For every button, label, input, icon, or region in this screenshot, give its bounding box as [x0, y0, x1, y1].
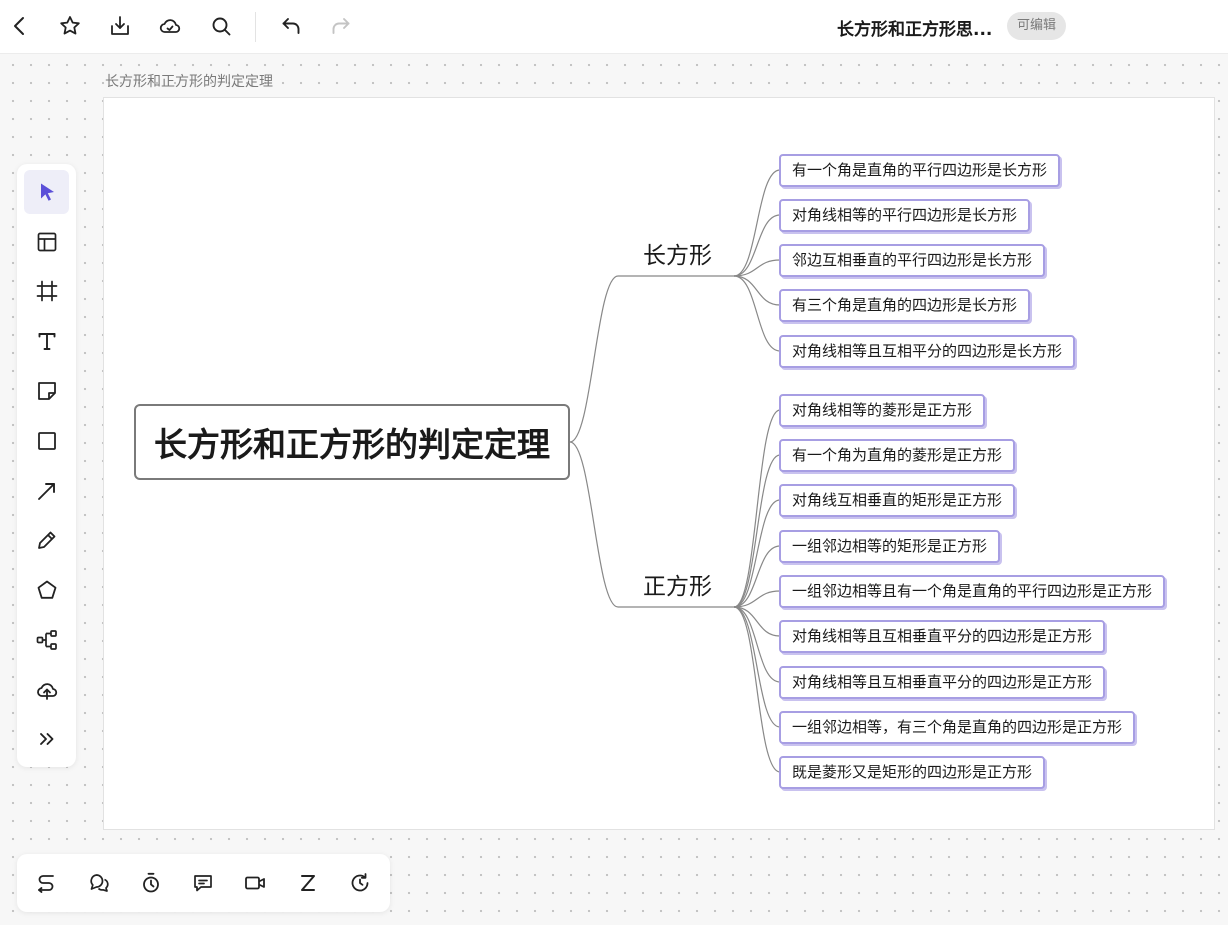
mindmap-root-node[interactable]: 长方形和正方形的判定定理	[134, 404, 570, 480]
leaf-node[interactable]: 有三个角是直角的四边形是长方形	[779, 289, 1031, 322]
double-chevron-right-icon	[39, 733, 53, 745]
more-tools-button[interactable]	[24, 717, 69, 761]
z-letter-icon	[301, 875, 315, 891]
edit-permission-badge[interactable]: 可编辑	[1007, 12, 1067, 40]
pentagon-icon	[37, 580, 56, 599]
leaf-node[interactable]: 对角线相等且互相垂直平分的四边形是正方形	[779, 666, 1106, 699]
branch-square[interactable]: 正方形	[643, 567, 712, 601]
sticky-note-icon	[37, 382, 56, 400]
leaf-node[interactable]: 对角线相等的菱形是正方形	[779, 394, 986, 427]
undo-button[interactable]	[274, 9, 308, 43]
chat-bubbles-icon	[90, 874, 109, 892]
connector-tool-button[interactable]	[24, 469, 69, 513]
history-icon	[351, 873, 369, 892]
top-bar: 长方形和正方形思... 可编辑	[0, 0, 1228, 54]
polygon-tool-button[interactable]	[24, 568, 69, 612]
document-title[interactable]: 长方形和正方形思...	[837, 15, 1001, 39]
branch-rectangle[interactable]: 长方形	[643, 236, 712, 270]
select-tool-button[interactable]	[24, 170, 69, 214]
frame-title[interactable]: 长方形和正方形的判定定理	[105, 71, 273, 91]
leaf-node[interactable]: 既是菱形又是矩形的四边形是正方形	[779, 756, 1046, 789]
comment-tool-button[interactable]	[181, 861, 225, 905]
mind-map-tool-button[interactable]	[24, 618, 69, 662]
search-button[interactable]	[204, 9, 238, 43]
shape-tool-button[interactable]	[24, 419, 69, 463]
redo-icon	[332, 18, 350, 34]
star-icon	[60, 16, 80, 35]
favorite-button[interactable]	[53, 9, 87, 43]
leaf-node[interactable]: 一组邻边相等且有一个角是直角的平行四边形是正方形	[779, 575, 1166, 608]
template-tool-button[interactable]	[24, 220, 69, 264]
square-icon	[37, 432, 56, 450]
bottom-toolbar	[17, 854, 390, 912]
timer-icon	[143, 872, 159, 893]
video-tool-button[interactable]	[233, 861, 277, 905]
leaf-node[interactable]: 对角线相等的平行四边形是长方形	[779, 199, 1031, 232]
video-camera-icon	[245, 876, 265, 890]
sticky-note-tool-button[interactable]	[24, 369, 69, 413]
cloud-sync-button[interactable]	[153, 9, 187, 43]
download-button[interactable]	[103, 9, 137, 43]
search-icon	[212, 17, 231, 36]
redo-button[interactable]	[324, 9, 358, 43]
cloud-icon	[159, 19, 181, 33]
comment-icon	[194, 875, 212, 892]
undo-icon	[282, 18, 300, 34]
text-tool-button[interactable]	[24, 319, 69, 363]
leaf-node[interactable]: 一组邻边相等的矩形是正方形	[779, 530, 1001, 563]
upload-tool-button[interactable]	[24, 668, 69, 712]
leaf-node[interactable]: 对角线相等且互相平分的四边形是长方形	[779, 335, 1076, 368]
leaf-node[interactable]: 有一个角是直角的平行四边形是长方形	[779, 154, 1061, 187]
leaf-node[interactable]: 一组邻边相等，有三个角是直角的四边形是正方形	[779, 711, 1136, 744]
leaf-node[interactable]: 有一个角为直角的菱形是正方形	[779, 439, 1016, 472]
pencil-icon	[37, 531, 55, 549]
leaf-node[interactable]: 邻边互相垂直的平行四边形是长方形	[779, 244, 1046, 277]
frame-icon	[36, 280, 57, 302]
download-icon	[111, 16, 129, 35]
layout-icon	[37, 232, 56, 252]
flow-tool-button[interactable]	[24, 861, 68, 905]
pen-tool-button[interactable]	[24, 518, 69, 562]
back-button[interactable]	[3, 9, 37, 43]
timer-tool-button[interactable]	[129, 861, 173, 905]
text-icon	[38, 333, 55, 350]
z-tool-button[interactable]	[286, 861, 330, 905]
left-toolbar	[17, 164, 76, 767]
frame-tool-button[interactable]	[24, 269, 69, 313]
flow-icon	[38, 875, 54, 893]
back-icon	[14, 17, 24, 35]
history-tool-button[interactable]	[338, 861, 382, 905]
mind-map-icon	[36, 630, 57, 650]
cloud-upload-icon	[36, 683, 57, 700]
leaf-node[interactable]: 对角线互相垂直的矩形是正方形	[779, 484, 1016, 517]
toolbar-divider	[255, 12, 256, 42]
leaf-node[interactable]: 对角线相等且互相垂直平分的四边形是正方形	[779, 620, 1106, 653]
cursor-icon	[40, 183, 54, 201]
arrow-icon	[37, 483, 55, 500]
chat-tool-button[interactable]	[77, 861, 121, 905]
